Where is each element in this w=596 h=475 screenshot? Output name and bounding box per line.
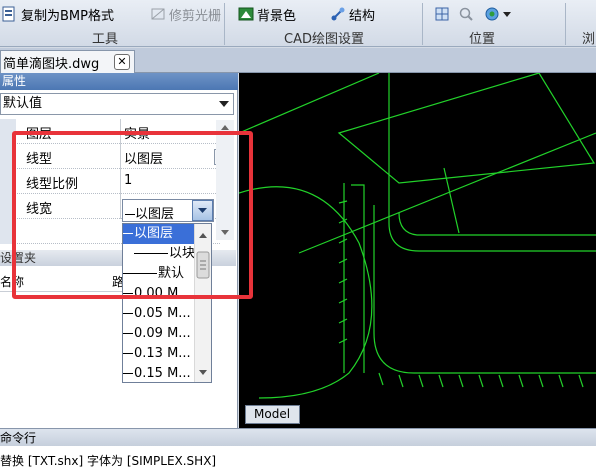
copy-bmp-icon: [2, 6, 18, 22]
trim-raster-label: 修剪光栅: [169, 8, 222, 24]
zoom-dropdown-button[interactable]: [484, 4, 511, 24]
command-line-output[interactable]: 替换 [TXT.shx] 字体为 [SIMPLEX.SHX]: [0, 446, 596, 475]
cad-polygon: [337, 72, 596, 184]
crop-icon: [150, 6, 166, 22]
cad-arc: [238, 186, 373, 399]
grid-arrows-icon: [434, 6, 450, 22]
lineweight-option[interactable]: 0.15 M...: [123, 364, 195, 382]
group-separator: [224, 3, 225, 45]
chevron-down-icon: [503, 11, 511, 17]
structure-icon: [330, 6, 346, 22]
background-color-button[interactable]: 背景色: [238, 4, 296, 24]
properties-selector-value: 默认值: [3, 96, 43, 111]
group-separator: [565, 3, 566, 45]
chevron-down-icon: [219, 101, 229, 107]
cad-outline: [398, 212, 596, 236]
structure-button[interactable]: 结构: [330, 4, 375, 24]
group-title-tools: 工具: [92, 32, 119, 47]
group-title-cad-settings: CAD绘图设置: [284, 32, 364, 47]
copy-bmp-label: 复制为BMP格式: [21, 8, 114, 24]
command-line-text: 替换 [TXT.shx] 字体为 [SIMPLEX.SHX]: [0, 454, 217, 468]
option-label: 0.09 M...: [134, 326, 191, 341]
line-sample-icon: [123, 333, 133, 334]
drawing-canvas[interactable]: [238, 72, 596, 428]
option-label: 0.15 M...: [134, 366, 191, 381]
lineweight-option[interactable]: 0.05 M...: [123, 304, 195, 324]
properties-object-selector[interactable]: 默认值: [0, 93, 234, 115]
highlight-annotation-box: [12, 131, 253, 299]
lineweight-option[interactable]: 0.09 M...: [123, 324, 195, 344]
group-title-browse: 浏: [582, 32, 596, 47]
zoom-out-button[interactable]: [458, 4, 474, 24]
cad-line: [238, 72, 380, 134]
magnifier-icon: [458, 6, 474, 22]
document-tab[interactable]: 简单滴图块.dwg ✕: [0, 50, 135, 73]
cad-drawing: [238, 72, 596, 399]
group-title-position: 位置: [469, 32, 496, 47]
properties-panel-title: 属性: [0, 73, 238, 90]
ribbon-toolbar: 复制为BMP格式 修剪光栅 工具 背景色 结构 CAD绘图设置 位置 浏: [0, 0, 596, 47]
cad-outline: [388, 73, 596, 252]
option-label: 0.05 M...: [134, 306, 191, 321]
cad-outline: [373, 205, 596, 374]
position-grid-button[interactable]: [434, 4, 450, 24]
cad-wall: [351, 184, 365, 373]
document-tab-filename: 简单滴图块.dwg: [3, 56, 100, 72]
close-icon[interactable]: ✕: [114, 54, 130, 70]
group-separator: [422, 3, 423, 45]
trim-raster-button[interactable]: 修剪光栅: [150, 4, 221, 24]
lineweight-option[interactable]: 0.13 M...: [123, 344, 195, 364]
cad-hatch: [338, 200, 584, 388]
structure-label: 结构: [349, 8, 376, 24]
background-color-icon: [238, 6, 254, 22]
line-sample-icon: [123, 353, 133, 354]
globe-zoom-icon: [484, 6, 500, 22]
command-line-title: 命令行: [0, 431, 37, 445]
background-color-label: 背景色: [257, 8, 297, 24]
option-label: 0.13 M...: [134, 346, 191, 361]
copy-as-bmp-button[interactable]: 复制为BMP格式: [2, 4, 114, 24]
command-line-header: 命令行: [0, 428, 596, 446]
line-sample-icon: [123, 313, 133, 314]
line-sample-icon: [123, 373, 133, 374]
model-tab[interactable]: Model: [245, 405, 300, 424]
